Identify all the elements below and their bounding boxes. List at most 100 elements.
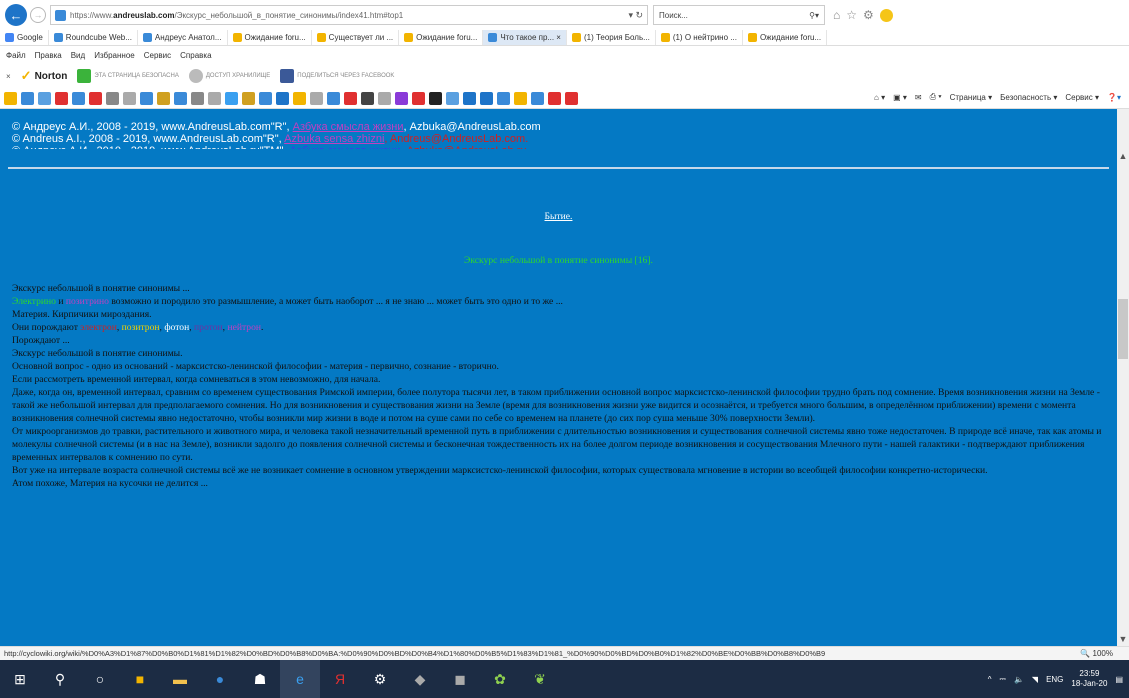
favorite-link-icon[interactable] [21,92,34,105]
favorite-link-icon[interactable] [157,92,170,105]
tab-3[interactable]: Ожидание foru... [228,30,312,45]
favorite-link-icon[interactable] [191,92,204,105]
favorite-link-icon[interactable] [293,92,306,105]
network-icon[interactable]: ⎓ [1000,674,1006,684]
favorite-link-icon[interactable] [208,92,221,105]
menu-item-5[interactable]: Справка [180,51,211,60]
menu-item-2[interactable]: Вид [71,51,85,60]
search-icon[interactable]: ⚲ [40,660,80,698]
favorite-link-icon[interactable] [123,92,136,105]
settings-gear-icon[interactable]: ⚙ [863,8,874,22]
windows-start-icon[interactable]: ⊞ [0,660,40,698]
refresh-button[interactable]: ▾ ↻ [628,10,643,21]
favorite-link-icon[interactable] [310,92,323,105]
scroll-down-icon[interactable]: ▼ [1117,634,1129,644]
home-icon[interactable]: ⌂ [833,8,840,22]
favorite-link-icon[interactable] [327,92,340,105]
norton-vault[interactable]: ДОСТУП ХРАНИЛИЩЕ [188,69,270,83]
people-icon[interactable]: ☗ [240,660,280,698]
url-text[interactable]: https://www.andreuslab.com/Экскурс_небол… [70,11,622,20]
proton-link[interactable]: протон [194,322,223,333]
security-menu[interactable]: Безопасность ▾ [1000,93,1057,102]
address-bar[interactable]: https://www.andreuslab.com/Экскурс_небол… [50,5,648,25]
app-icon[interactable]: ◆ [400,660,440,698]
volume-icon[interactable]: 🔈 [1014,675,1024,684]
language-indicator[interactable]: ENG [1046,675,1063,684]
positrino-link[interactable]: позитрино [66,296,109,307]
folder-icon[interactable]: ▬ [160,660,200,698]
ie-icon[interactable]: e [280,660,320,698]
favorite-link-icon[interactable] [446,92,459,105]
favorite-link-icon[interactable] [72,92,85,105]
favorite-link-icon[interactable] [497,92,510,105]
menu-item-3[interactable]: Избранное [94,51,135,60]
tab-8[interactable]: (1) О нейтрино ... [656,30,743,45]
bytie-link[interactable]: Бытие. [0,210,1117,223]
photon-link[interactable]: фотон [164,322,189,333]
norton-share-facebook[interactable]: ПОДЕЛИТЬСЯ ЧЕРЕЗ FACEBOOK [280,69,394,83]
tray-chevron-icon[interactable]: ^ [988,675,992,684]
norton-safe-page[interactable]: ЭТА СТРАНИЦА БЕЗОПАСНА [77,69,179,83]
edge-icon[interactable]: ● [200,660,240,698]
favorite-link-icon[interactable] [344,92,357,105]
positron-link[interactable]: позитрон [122,322,160,333]
scroll-up-icon[interactable]: ▲ [1117,151,1129,161]
favorite-link-icon[interactable] [89,92,102,105]
feeds-icon[interactable]: ▣ ▾ [893,93,907,102]
favorite-link-icon[interactable] [38,92,51,105]
home-menu-icon[interactable]: ⌂ ▾ [874,93,885,102]
favorite-link-icon[interactable] [395,92,408,105]
favorite-link-icon[interactable] [514,92,527,105]
yandex-icon[interactable]: Я [320,660,360,698]
favorite-link-icon[interactable] [429,92,442,105]
menu-item-4[interactable]: Сервис [144,51,171,60]
tab-1[interactable]: Roundcube Web... [49,30,138,45]
favorite-link-icon[interactable] [225,92,238,105]
settings-icon[interactable]: ⚙ [360,660,400,698]
favorite-link-icon[interactable] [242,92,255,105]
favorite-link-icon[interactable] [463,92,476,105]
favorite-link-icon[interactable] [4,92,17,105]
scroll-thumb[interactable] [1118,299,1128,359]
smiley-feedback-icon[interactable] [879,8,893,22]
service-menu[interactable]: Сервис ▾ [1065,93,1099,102]
favorite-link-icon[interactable] [548,92,561,105]
forward-button[interactable]: → [30,7,46,23]
app4-icon[interactable]: ❦ [520,660,560,698]
store-icon[interactable]: ■ [120,660,160,698]
tab-0[interactable]: Google [0,30,49,45]
favorite-link-icon[interactable] [361,92,374,105]
tab-7[interactable]: (1) Теория Боль... [567,30,656,45]
tab-5[interactable]: Ожидание foru... [399,30,484,45]
search-box[interactable]: Поиск... ⚲▾ [653,5,825,25]
tab-4[interactable]: Существует ли ... [312,30,400,45]
favorite-link-icon[interactable] [174,92,187,105]
ekskurs-title-link[interactable]: Экскурс небольшой в понятие синонимы [16… [0,254,1117,267]
favorite-link-icon[interactable] [412,92,425,105]
favorite-link-icon[interactable] [276,92,289,105]
favorite-link-icon[interactable] [531,92,544,105]
favorite-link-icon[interactable] [378,92,391,105]
menu-item-0[interactable]: Файл [6,51,26,60]
zoom-level[interactable]: 🔍 100% [1080,649,1113,658]
mail-icon[interactable]: ✉ [915,93,922,102]
favorite-link-icon[interactable] [106,92,119,105]
search-icon[interactable]: ⚲▾ [809,11,819,20]
favorite-link-icon[interactable] [565,92,578,105]
print-icon[interactable]: ⎙ ▾ [930,92,942,102]
tab-9[interactable]: Ожидание foru... [743,30,828,45]
neutron-link[interactable]: нейтрон [227,322,261,333]
favorite-link-icon[interactable] [480,92,493,105]
notifications-icon[interactable]: ▤ [1115,675,1123,684]
tab-2[interactable]: Андреус Анатол... [138,30,228,45]
favorite-link-icon[interactable] [259,92,272,105]
favorites-star-icon[interactable]: ☆ [846,8,857,22]
norton-close-icon[interactable]: × [6,72,11,81]
page-menu[interactable]: Страница ▾ [950,93,993,102]
norton-brand[interactable]: ✓ Norton [21,68,68,84]
favorite-link-icon[interactable] [55,92,68,105]
help-icon[interactable]: ❓▾ [1107,93,1121,102]
clock[interactable]: 23:59 18-Jan-20 [1071,669,1107,689]
favorite-link-icon[interactable] [140,92,153,105]
tab-6[interactable]: Что такое пр... × [483,30,567,45]
